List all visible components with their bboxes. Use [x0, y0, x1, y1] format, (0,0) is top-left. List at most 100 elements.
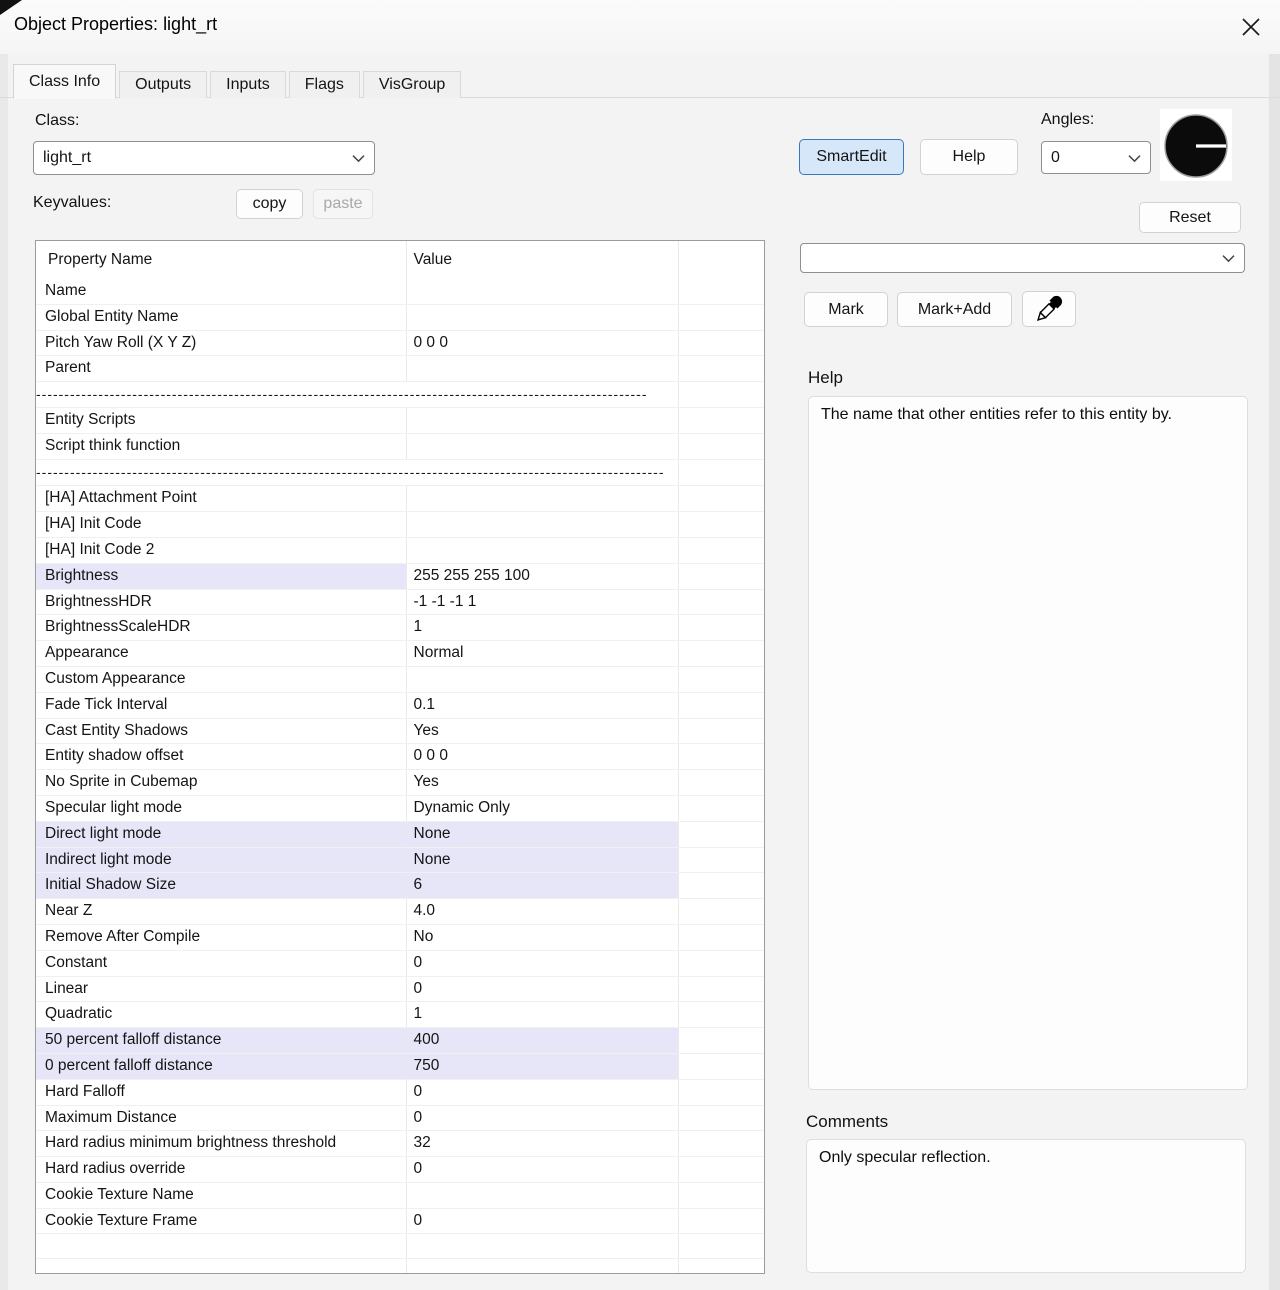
property-name-cell[interactable]: Near Z — [36, 898, 407, 925]
property-row[interactable]: [HA] Attachment Point — [36, 485, 764, 513]
property-value-cell[interactable]: Yes — [406, 718, 679, 745]
property-name-cell[interactable]: [HA] Attachment Point — [36, 485, 407, 513]
property-name-cell[interactable]: Entity Scripts — [36, 407, 407, 435]
property-name-cell[interactable]: Custom Appearance — [36, 666, 407, 693]
property-row[interactable]: Cast Entity Shadows Yes — [36, 718, 764, 745]
property-value-cell[interactable] — [406, 1258, 679, 1273]
property-row[interactable]: Custom Appearance — [36, 666, 764, 693]
tab-flags[interactable]: Flags — [288, 71, 360, 98]
column-header-property-name[interactable]: Property Name — [36, 241, 407, 279]
property-row[interactable]: Cookie Texture Name — [36, 1182, 764, 1209]
property-row[interactable]: Maximum Distance 0 — [36, 1105, 764, 1132]
angles-combobox[interactable]: 0 — [1041, 141, 1151, 174]
property-value-cell[interactable]: None — [406, 821, 679, 848]
property-value-cell[interactable]: 6 — [406, 872, 679, 900]
property-value-cell[interactable] — [406, 355, 679, 383]
property-row[interactable]: Constant 0 — [36, 950, 764, 977]
comments-box[interactable]: Only specular reflection. — [806, 1139, 1246, 1273]
property-name-cell[interactable]: Linear — [36, 976, 407, 1003]
property-value-cell[interactable]: 750 — [406, 1053, 679, 1080]
property-name-cell[interactable]: Indirect light mode — [36, 847, 407, 874]
close-button[interactable] — [1232, 8, 1270, 46]
property-row[interactable]: 50 percent falloff distance 400 — [36, 1027, 764, 1054]
property-name-cell[interactable]: Direct light mode — [36, 821, 407, 848]
property-value-cell[interactable]: 4.0 — [406, 898, 679, 925]
property-row[interactable]: Script think function — [36, 433, 764, 461]
property-name-cell[interactable]: Name — [36, 279, 407, 305]
property-row[interactable]: Initial Shadow Size 6 — [36, 872, 764, 900]
property-name-cell[interactable] — [36, 1233, 407, 1260]
property-name-cell[interactable]: Pitch Yaw Roll (X Y Z) — [36, 330, 407, 357]
property-row[interactable]: Cookie Texture Frame 0 — [36, 1208, 764, 1235]
property-name-cell[interactable]: Cookie Texture Name — [36, 1182, 407, 1209]
property-row[interactable]: Parent — [36, 355, 764, 383]
property-value-cell[interactable]: No — [406, 924, 679, 951]
property-row[interactable]: Direct light mode None — [36, 821, 764, 848]
tab-class-info[interactable]: Class Info — [13, 64, 117, 99]
property-name-cell[interactable]: 0 percent falloff distance — [36, 1053, 407, 1080]
property-value-cell[interactable] — [406, 511, 679, 538]
property-value-cell[interactable]: -1 -1 -1 1 — [406, 589, 679, 616]
property-value-cell[interactable]: 1 — [406, 614, 679, 642]
property-value-cell[interactable] — [406, 1233, 679, 1260]
property-value-cell[interactable] — [406, 407, 679, 435]
tab-visgroup[interactable]: VisGroup — [362, 71, 462, 98]
property-row[interactable]: 0 percent falloff distance 750 — [36, 1053, 764, 1080]
mark-button[interactable]: Mark — [804, 292, 888, 327]
property-row[interactable]: Indirect light mode None — [36, 847, 764, 874]
property-value-cell[interactable]: None — [406, 847, 679, 874]
property-value-cell[interactable] — [406, 537, 679, 564]
separator-row[interactable]: ----------------------------------------… — [36, 381, 764, 409]
tab-outputs[interactable]: Outputs — [119, 71, 208, 98]
property-value-cell[interactable]: 0 — [406, 1079, 679, 1106]
property-value-cell[interactable]: Dynamic Only — [406, 795, 679, 822]
property-name-cell[interactable]: Script think function — [36, 433, 407, 461]
property-value-cell[interactable]: 32 — [406, 1130, 679, 1158]
property-value-cell[interactable] — [406, 1182, 679, 1209]
property-value-cell[interactable] — [406, 279, 679, 305]
property-name-cell[interactable]: Appearance — [36, 640, 407, 667]
property-value-cell[interactable] — [406, 304, 679, 331]
property-name-cell[interactable]: [HA] Init Code — [36, 511, 407, 538]
property-row[interactable]: [HA] Init Code 2 — [36, 537, 764, 564]
property-row[interactable]: Hard Falloff 0 — [36, 1079, 764, 1106]
property-name-cell[interactable]: Hard radius minimum brightness threshold — [36, 1130, 407, 1158]
empty-row[interactable] — [36, 1258, 764, 1273]
property-value-cell[interactable]: 0 0 0 — [406, 330, 679, 357]
property-value-cell[interactable]: 0 — [406, 950, 679, 977]
property-value-cell[interactable]: Normal — [406, 640, 679, 667]
class-combobox[interactable]: light_rt — [33, 141, 375, 175]
column-header-value[interactable]: Value — [406, 241, 679, 279]
property-row[interactable]: Quadratic 1 — [36, 1001, 764, 1029]
keyvalue-combobox[interactable] — [800, 243, 1245, 273]
property-value-cell[interactable]: 0 — [406, 1156, 679, 1183]
paste-button[interactable]: paste — [313, 189, 373, 219]
eyedropper-button[interactable] — [1022, 291, 1076, 327]
property-name-cell[interactable]: Brightness — [36, 563, 407, 590]
property-row[interactable]: Near Z 4.0 — [36, 898, 764, 925]
property-name-cell[interactable]: 50 percent falloff distance — [36, 1027, 407, 1054]
property-value-cell[interactable]: Yes — [406, 769, 679, 796]
property-value-cell[interactable]: 0.1 — [406, 692, 679, 719]
property-value-cell[interactable]: 0 — [406, 976, 679, 1003]
property-row[interactable]: [HA] Init Code — [36, 511, 764, 538]
property-value-cell[interactable]: 1 — [406, 1001, 679, 1029]
property-row[interactable]: Specular light mode Dynamic Only — [36, 795, 764, 822]
property-row[interactable]: Entity Scripts — [36, 407, 764, 435]
tab-inputs[interactable]: Inputs — [210, 71, 286, 98]
property-name-cell[interactable]: [HA] Init Code 2 — [36, 537, 407, 564]
separator-row[interactable]: ----------------------------------------… — [36, 459, 764, 487]
property-name-cell[interactable]: Cookie Texture Frame — [36, 1208, 407, 1235]
property-value-cell[interactable] — [406, 485, 679, 513]
property-name-cell[interactable] — [36, 1258, 407, 1273]
property-name-cell[interactable]: Specular light mode — [36, 795, 407, 822]
property-name-cell[interactable]: Maximum Distance — [36, 1105, 407, 1132]
property-name-cell[interactable]: Hard Falloff — [36, 1079, 407, 1106]
property-row[interactable]: Remove After Compile No — [36, 924, 764, 951]
property-row[interactable]: Pitch Yaw Roll (X Y Z) 0 0 0 — [36, 330, 764, 357]
property-row[interactable]: Linear 0 — [36, 976, 764, 1003]
property-name-cell[interactable]: Remove After Compile — [36, 924, 407, 951]
property-name-cell[interactable]: Quadratic — [36, 1001, 407, 1029]
property-row[interactable]: Brightness 255 255 255 100 — [36, 563, 764, 590]
property-row[interactable]: Name — [36, 279, 764, 305]
